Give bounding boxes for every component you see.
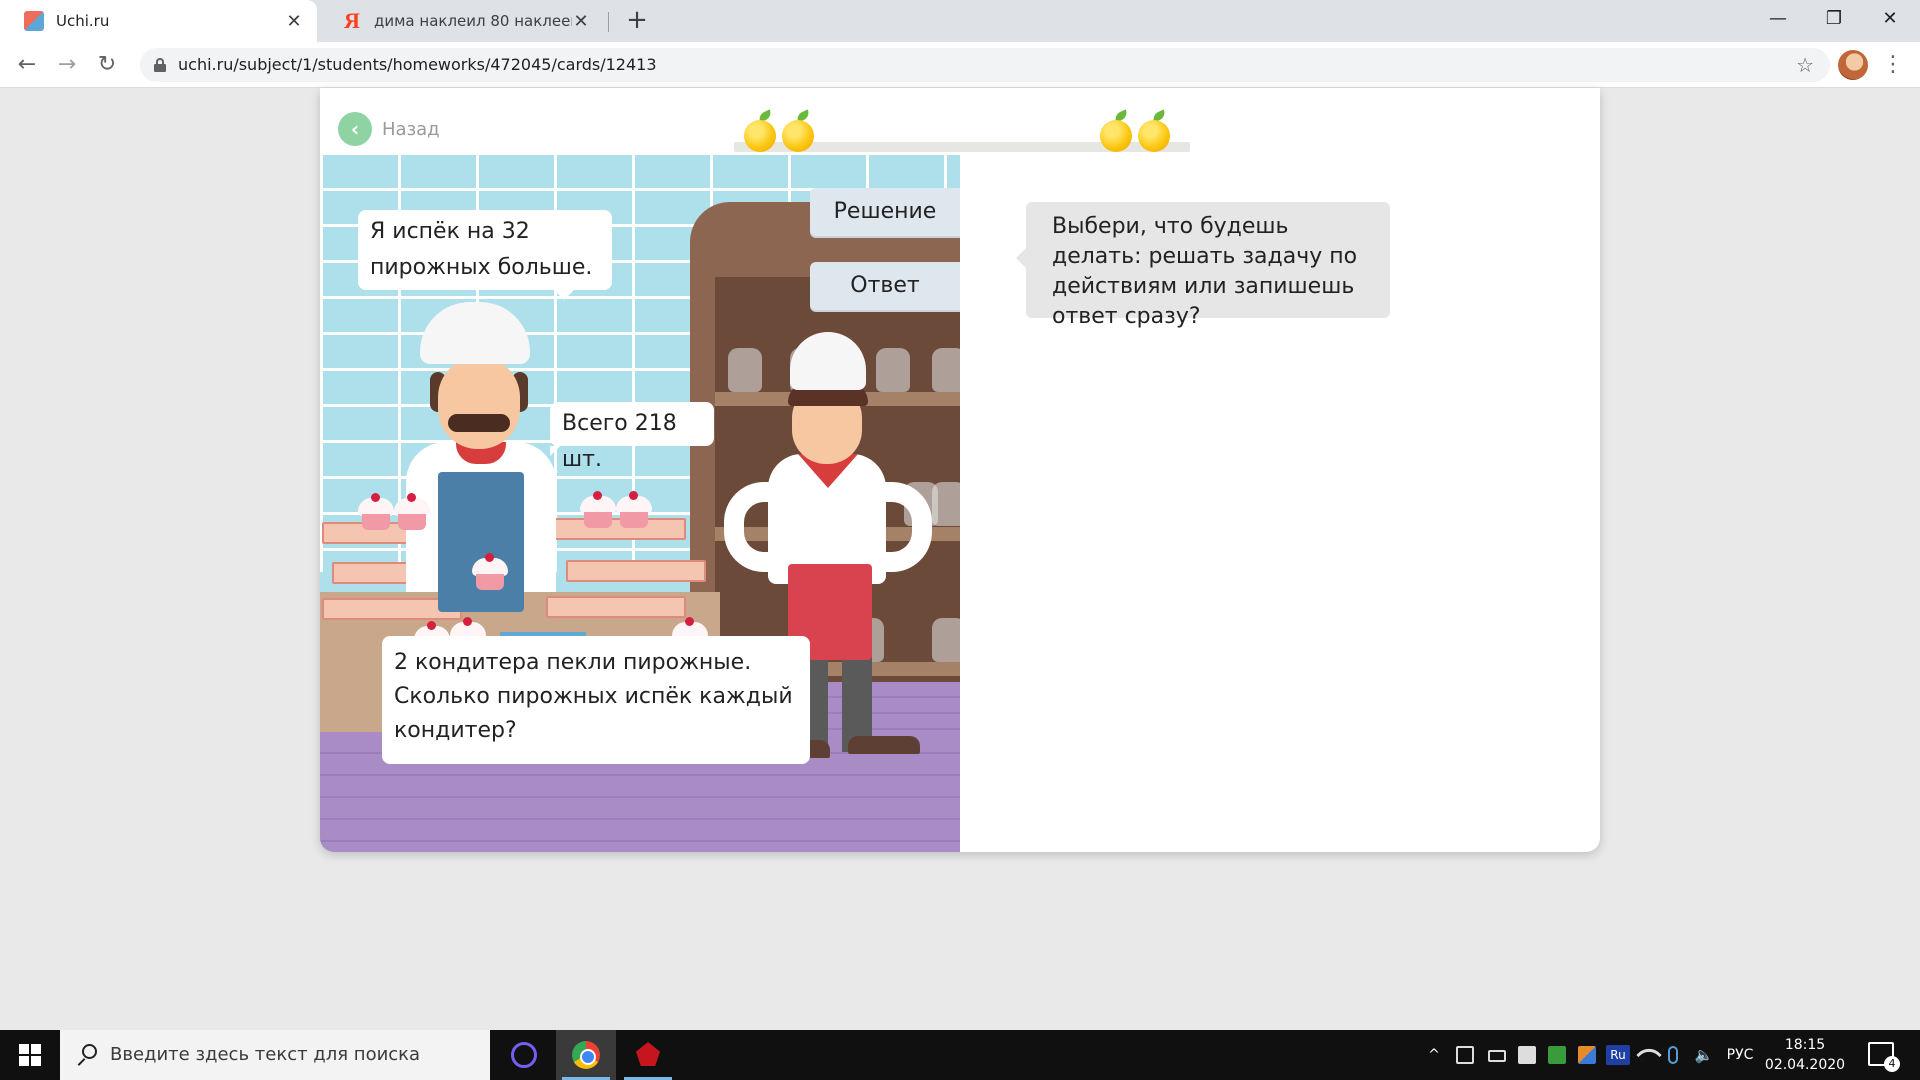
profile-avatar[interactable]: [1838, 50, 1868, 80]
reload-button[interactable]: ↻: [92, 50, 122, 80]
address-bar[interactable]: uchi.ru/subject/1/students/homeworks/472…: [140, 48, 1830, 82]
wifi-icon[interactable]: [1636, 1042, 1662, 1068]
back-label: Назад: [382, 118, 440, 140]
pastry-box: [566, 560, 706, 582]
minimize-button[interactable]: —: [1750, 0, 1806, 40]
chef-left-face: [438, 357, 520, 449]
apple-icon: [744, 109, 778, 152]
browser-menu-icon[interactable]: ⋮: [1882, 50, 1904, 80]
tab-yandex-search[interactable]: Я дима наклеил 80 наклеек с фут ✕: [318, 0, 604, 42]
cake-jar: [932, 482, 960, 526]
cupcake-icon: [470, 553, 510, 590]
back-button[interactable]: ‹ Назад: [338, 112, 440, 146]
bluetooth-icon[interactable]: [1668, 1046, 1678, 1064]
chevron-left-icon: ‹: [338, 112, 372, 146]
close-tab-icon[interactable]: ✕: [285, 11, 303, 32]
volume-icon[interactable]: 🔈: [1690, 1030, 1718, 1080]
chef-right-shoe: [848, 736, 920, 754]
taskbar-app-game[interactable]: [618, 1030, 678, 1080]
uchi-logo-icon: [24, 11, 44, 31]
windows-logo-icon: [19, 1044, 29, 1054]
language-bar-icon[interactable]: Ru: [1606, 1045, 1630, 1065]
battery-icon[interactable]: [1488, 1050, 1506, 1062]
browser-tab-strip: Uchi.ru ✕ Я дима наклеил 80 наклеек с фу…: [0, 0, 1920, 42]
bakery-illustration: Я испёк на 32 пирожных больше. Всего 218…: [320, 152, 960, 852]
instruction-bubble: Выбери, что будешь делать: решать задачу…: [1016, 202, 1390, 329]
windows-logo-icon: [19, 1056, 29, 1066]
bookmark-star-icon[interactable]: ☆: [1796, 48, 1814, 82]
cupcake-icon: [392, 493, 432, 530]
app-tray-icon[interactable]: [1578, 1046, 1596, 1064]
display-icon[interactable]: [1456, 1046, 1474, 1064]
cake-jar: [932, 348, 960, 392]
task-statement: 2 кондитера пекли пирожные. Сколько пиро…: [382, 636, 810, 764]
start-button[interactable]: [0, 1030, 60, 1080]
apple-icon: [782, 109, 816, 152]
taskbar-search-box[interactable]: Введите здесь текст для поиска: [60, 1030, 490, 1080]
viber-icon: [511, 1042, 537, 1068]
notification-count: 4: [1884, 1056, 1900, 1072]
speech-bubble-total: Всего 218 шт.: [550, 402, 714, 472]
taskbar-app-chrome[interactable]: [556, 1030, 616, 1080]
answer-button[interactable]: Ответ: [810, 262, 960, 310]
forward-nav-button[interactable]: →: [52, 50, 82, 80]
windows-taskbar: Введите здесь текст для поиска ^ Ru 🔈 РУ…: [0, 1030, 1920, 1080]
pastry-box: [546, 596, 686, 618]
windows-logo-icon: [31, 1044, 41, 1054]
cupcake-icon: [614, 491, 654, 528]
url-text[interactable]: uchi.ru/subject/1/students/homeworks/472…: [178, 48, 657, 82]
apple-icon: [1100, 109, 1134, 152]
chevron-up-icon[interactable]: ^: [1424, 1030, 1444, 1080]
system-clock[interactable]: 18:15 02.04.2020: [1760, 1035, 1850, 1075]
apple-icon: [1138, 109, 1172, 152]
meet-now-icon[interactable]: [1518, 1046, 1536, 1064]
lesson-card: ‹ Назад Я испёк на 32 пирожных больше. В…: [320, 88, 1600, 852]
lock-icon[interactable]: [154, 58, 166, 72]
close-tab-icon[interactable]: ✕: [572, 11, 590, 32]
windows-logo-icon: [31, 1056, 41, 1066]
input-language[interactable]: РУС: [1720, 1030, 1760, 1080]
cake-jar: [728, 348, 762, 392]
clock-date: 02.04.2020: [1764, 1057, 1846, 1073]
tab-uchi[interactable]: Uchi.ru ✕: [0, 0, 317, 42]
solution-button[interactable]: Решение: [810, 188, 960, 236]
browser-toolbar: ← → ↻ uchi.ru/subject/1/students/homewor…: [0, 42, 1920, 88]
chef-left-apron: [438, 472, 524, 612]
chef-left-mustache: [448, 414, 510, 432]
back-nav-button[interactable]: ←: [12, 50, 42, 80]
speech-bubble-chef-left: Я испёк на 32 пирожных больше.: [358, 210, 612, 300]
nvidia-icon[interactable]: [1548, 1046, 1566, 1064]
clock-time: 18:15: [1784, 1037, 1826, 1053]
tab-title: дима наклеил 80 наклеек с фут: [374, 12, 572, 30]
close-window-button[interactable]: ✕: [1862, 0, 1918, 40]
search-placeholder: Введите здесь текст для поиска: [110, 1044, 421, 1065]
cupcake-icon: [356, 493, 396, 530]
cake-jar: [932, 618, 960, 662]
game-icon: [636, 1042, 660, 1066]
search-icon: [74, 1042, 100, 1068]
tab-title: Uchi.ru: [56, 12, 110, 30]
cupcake-icon: [578, 491, 618, 528]
tab-divider: [608, 12, 609, 32]
new-tab-button[interactable]: +: [622, 6, 652, 36]
taskbar-app-viber[interactable]: [494, 1030, 554, 1080]
chrome-icon: [572, 1041, 600, 1069]
yandex-logo-icon: Я: [344, 8, 360, 33]
maximize-button[interactable]: ❐: [1806, 0, 1862, 40]
cake-jar: [876, 348, 910, 392]
